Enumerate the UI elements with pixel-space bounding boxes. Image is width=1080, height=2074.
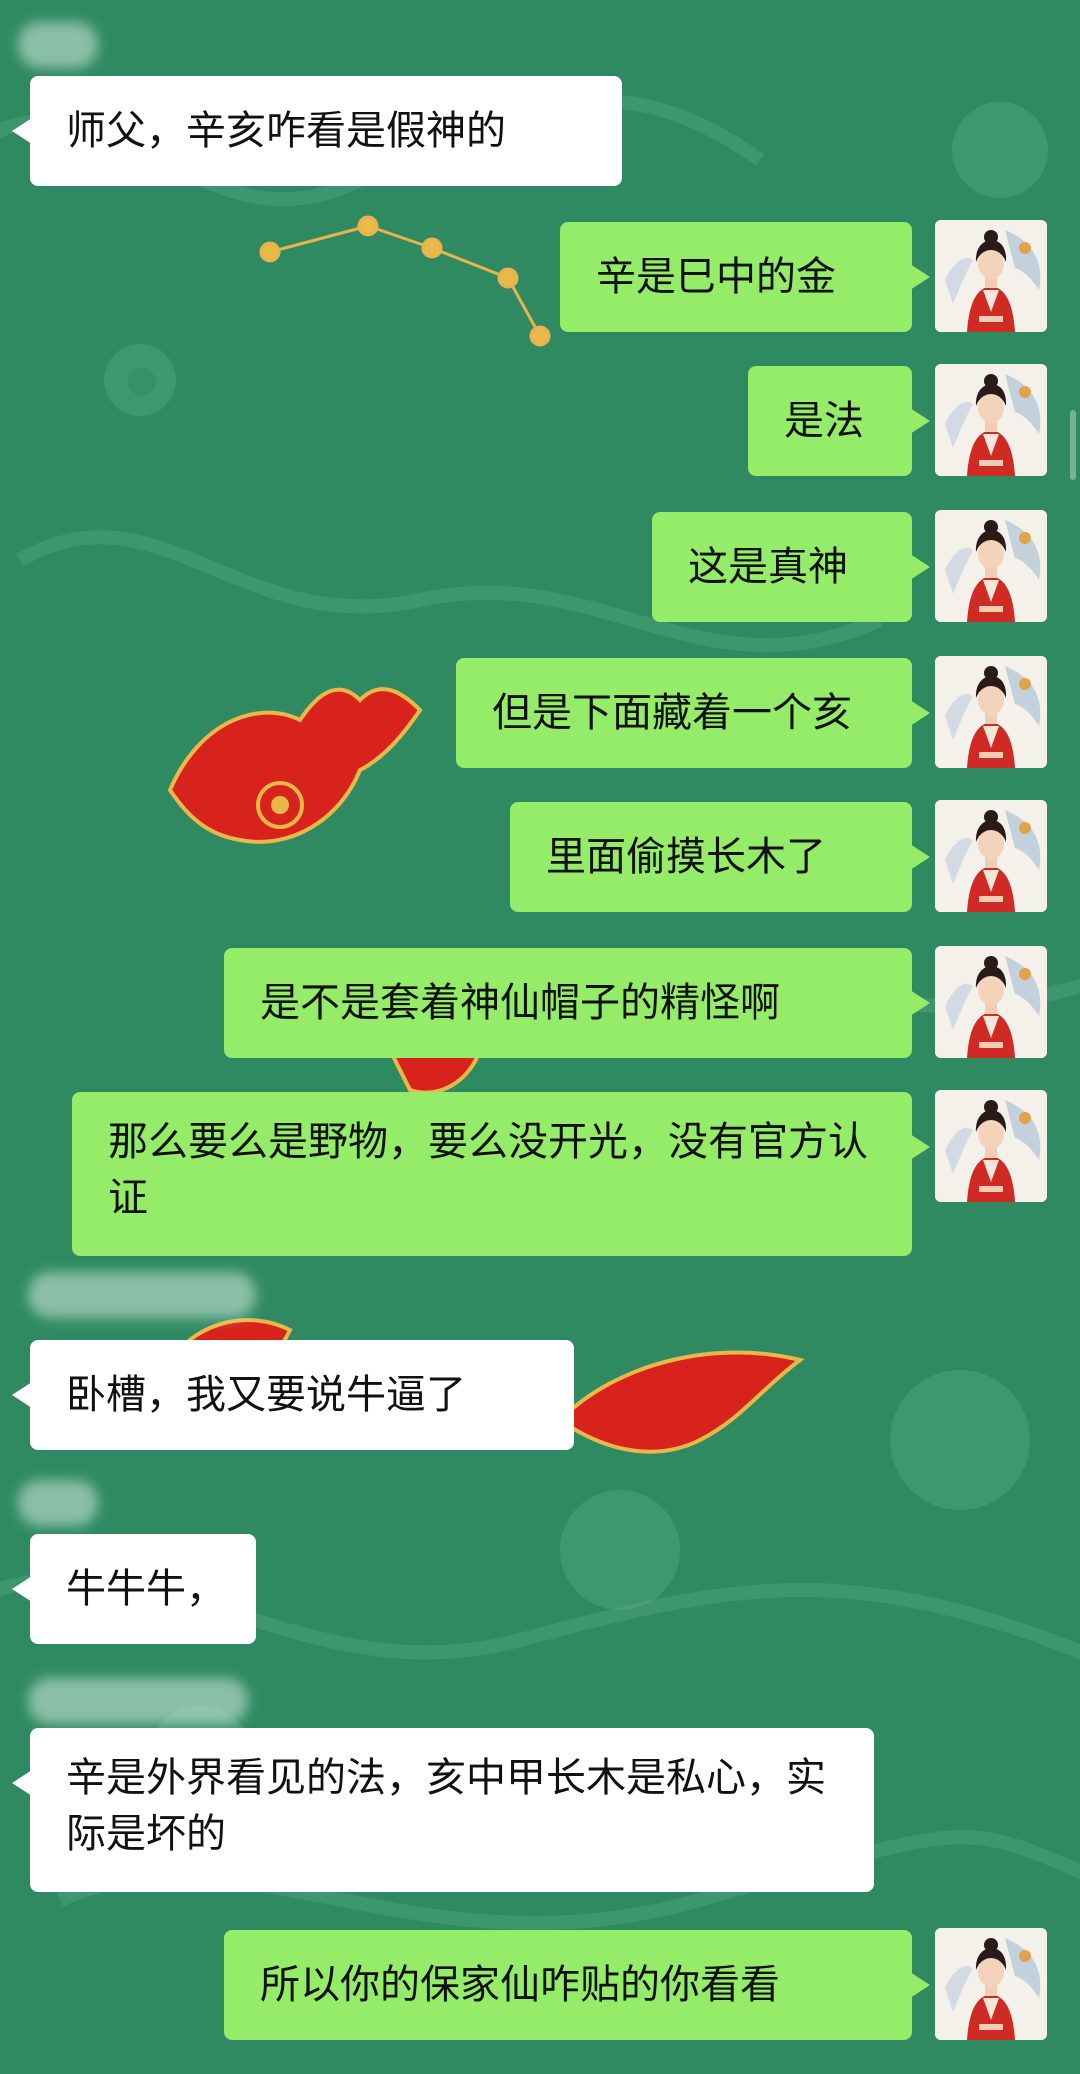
bubble-tail xyxy=(910,554,930,580)
outgoing-message-bubble[interactable]: 所以你的保家仙咋贴的你看看 xyxy=(224,1930,912,2040)
avatar-woman-red-robe-icon[interactable] xyxy=(935,800,1047,912)
incoming-message-row: 辛是外界看见的法，亥中甲长木是私心，实际是坏的 xyxy=(0,1728,1080,1892)
incoming-message-row: 卧槽，我又要说牛逼了 xyxy=(0,1340,1080,1452)
incoming-message-bubble[interactable]: 牛牛牛， xyxy=(30,1534,256,1644)
outgoing-message-row: 这是真神 xyxy=(0,510,1080,624)
avatar-woman-red-robe-icon[interactable] xyxy=(935,510,1047,622)
incoming-message-row: 牛牛牛， xyxy=(0,1534,1080,1646)
outgoing-message-bubble[interactable]: 但是下面藏着一个亥 xyxy=(456,658,912,768)
sender-name-blurred xyxy=(18,1480,98,1526)
bubble-tail xyxy=(12,1382,32,1408)
bubble-tail xyxy=(910,700,930,726)
outgoing-message-bubble[interactable]: 是法 xyxy=(748,366,912,476)
incoming-message-bubble[interactable]: 辛是外界看见的法，亥中甲长木是私心，实际是坏的 xyxy=(30,1728,874,1892)
avatar-woman-red-robe-icon[interactable] xyxy=(935,220,1047,332)
avatar-woman-red-robe-icon[interactable] xyxy=(935,1090,1047,1202)
outgoing-message-row: 所以你的保家仙咋贴的你看看 xyxy=(0,1928,1080,2042)
outgoing-message-bubble[interactable]: 里面偷摸长木了 xyxy=(510,802,912,912)
bubble-tail xyxy=(12,118,32,144)
outgoing-message-bubble[interactable]: 是不是套着神仙帽子的精怪啊 xyxy=(224,948,912,1058)
sender-name-blurred xyxy=(28,1678,248,1724)
outgoing-message-bubble[interactable]: 那么要么是野物，要么没开光，没有官方认证 xyxy=(72,1092,912,1256)
bubble-tail xyxy=(910,1972,930,1998)
bubble-tail xyxy=(12,1576,32,1602)
avatar-woman-red-robe-icon[interactable] xyxy=(935,946,1047,1058)
scrollbar-thumb[interactable] xyxy=(1070,410,1076,480)
sender-name-blurred xyxy=(18,22,98,68)
avatar-woman-red-robe-icon[interactable] xyxy=(935,364,1047,476)
outgoing-message-row: 是法 xyxy=(0,364,1080,478)
incoming-message-bubble[interactable]: 卧槽，我又要说牛逼了 xyxy=(30,1340,574,1450)
bubble-tail xyxy=(910,1134,930,1160)
outgoing-message-bubble[interactable]: 这是真神 xyxy=(652,512,912,622)
outgoing-message-bubble[interactable]: 辛是巳中的金 xyxy=(560,222,912,332)
avatar-woman-red-robe-icon[interactable] xyxy=(935,656,1047,768)
incoming-message-row: 师父，辛亥咋看是假神的 xyxy=(0,76,1080,188)
outgoing-message-row: 里面偷摸长木了 xyxy=(0,800,1080,914)
bubble-tail xyxy=(910,990,930,1016)
bubble-tail xyxy=(12,1770,32,1796)
avatar-woman-red-robe-icon[interactable] xyxy=(935,1928,1047,2040)
bubble-tail xyxy=(910,408,930,434)
outgoing-message-row: 那么要么是野物，要么没开光，没有官方认证 xyxy=(0,1090,1080,1256)
outgoing-message-row: 辛是巳中的金 xyxy=(0,220,1080,334)
bubble-tail xyxy=(910,264,930,290)
incoming-message-bubble[interactable]: 师父，辛亥咋看是假神的 xyxy=(30,76,622,186)
sender-name-blurred xyxy=(28,1272,256,1318)
bubble-tail xyxy=(910,844,930,870)
outgoing-message-row: 但是下面藏着一个亥 xyxy=(0,656,1080,770)
outgoing-message-row: 是不是套着神仙帽子的精怪啊 xyxy=(0,946,1080,1060)
